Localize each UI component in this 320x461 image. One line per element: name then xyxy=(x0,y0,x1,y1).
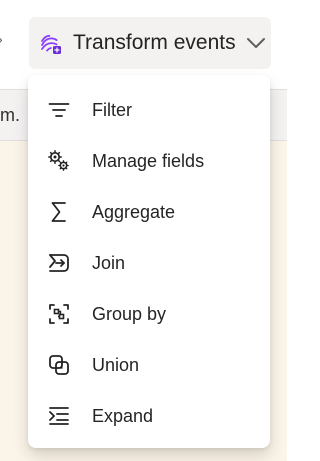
menu-item-label: Filter xyxy=(92,99,132,120)
menu-item-manage-fields[interactable]: Manage fields xyxy=(28,135,270,186)
left-band-text: m. xyxy=(0,105,20,125)
menu-item-group-by[interactable]: Group by xyxy=(28,288,270,339)
menu-item-label: Join xyxy=(92,252,126,273)
menu-item-filter[interactable]: Filter xyxy=(28,84,270,135)
left-chevron-icon[interactable]: › xyxy=(0,30,10,48)
transform-events-label: Transform events xyxy=(73,31,236,54)
expand-icon xyxy=(46,403,72,429)
menu-item-label: Union xyxy=(92,354,140,375)
transform-icon xyxy=(37,30,63,56)
union-icon xyxy=(46,352,72,378)
group-by-icon xyxy=(46,301,72,327)
menu-item-label: Group by xyxy=(92,303,167,324)
transform-events-button[interactable]: Transform events xyxy=(29,17,271,69)
menu-item-label: Expand xyxy=(92,405,154,426)
manage-fields-icon xyxy=(46,148,72,174)
filter-icon xyxy=(46,97,72,123)
menu-item-label: Aggregate xyxy=(92,201,176,222)
menu-item-label: Manage fields xyxy=(92,150,205,171)
menu-item-join[interactable]: Join xyxy=(28,237,270,288)
menu-item-expand[interactable]: Expand xyxy=(28,390,270,441)
join-icon xyxy=(46,250,72,276)
menu-item-aggregate[interactable]: Aggregate xyxy=(28,186,270,237)
menu-item-union[interactable]: Union xyxy=(28,339,270,390)
chevron-down-icon xyxy=(244,31,268,55)
aggregate-icon xyxy=(46,199,72,225)
transform-events-menu: Filter Manage fields Aggregate Join Grou… xyxy=(28,75,270,448)
